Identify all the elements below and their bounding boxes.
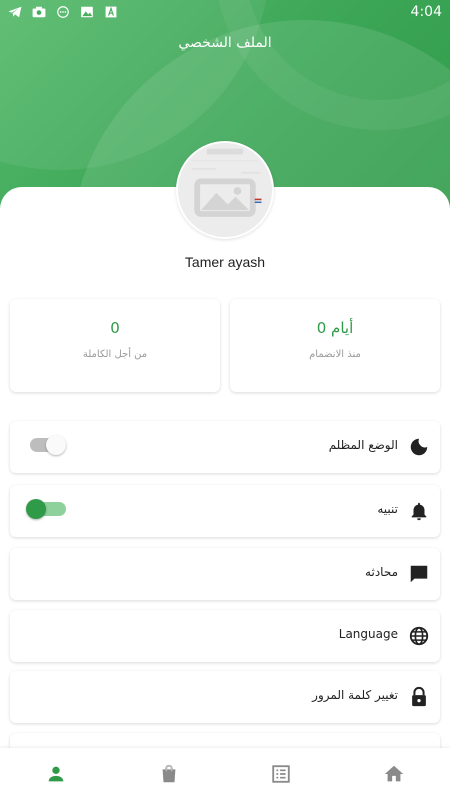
status-bar: 4:04: [0, 0, 450, 24]
moon-icon: [408, 436, 430, 458]
nav-profile[interactable]: [0, 748, 113, 800]
stat-card-days: 0 أيام منذ الانضمام: [230, 299, 440, 392]
home-icon: [384, 765, 403, 782]
list-icon: [272, 765, 290, 783]
language-label: Language: [338, 627, 398, 641]
profile-name: Tamer ayash: [184, 254, 266, 270]
settings-row-dark-mode[interactable]: الوضع المظلم: [10, 421, 440, 473]
stat-complete-value: 0: [110, 319, 120, 337]
stat-days-label: منذ الانضمام: [309, 349, 361, 360]
bell-icon: [408, 500, 430, 522]
notifications-label: تنبيه: [377, 502, 398, 516]
stat-days-value: 0 أيام: [316, 319, 354, 337]
person-icon: [48, 766, 64, 782]
toggle-knob: [46, 435, 66, 455]
notifications-toggle[interactable]: [26, 499, 66, 519]
sms-icon: [56, 6, 70, 18]
toggle-knob: [26, 499, 46, 519]
avatar[interactable]: [176, 141, 274, 239]
nav-home[interactable]: [338, 748, 450, 800]
image-placeholder-icon: [178, 143, 272, 237]
change-password-label: تغيير كلمة المرور: [312, 688, 398, 702]
dark-mode-toggle[interactable]: [30, 435, 66, 455]
a-icon: [104, 6, 118, 18]
camera-icon: [32, 6, 46, 18]
status-time: 4:04: [410, 4, 442, 20]
page-title: الملف الشخصي: [178, 35, 272, 51]
dark-mode-label: الوضع المظلم: [328, 438, 398, 452]
stat-card-complete: 0 من أجل الكاملة: [10, 299, 220, 392]
chat-icon: [408, 563, 430, 585]
nav-bag[interactable]: [113, 748, 226, 800]
lock-icon: [408, 686, 430, 708]
chat-label: محادثه: [365, 565, 398, 579]
stat-complete-label: من أجل الكاملة: [82, 349, 148, 360]
shopping-bag-icon: [162, 764, 176, 783]
nav-list[interactable]: [225, 748, 338, 800]
settings-row-language[interactable]: Language: [10, 610, 440, 662]
image-icon: [80, 6, 94, 18]
globe-icon: [408, 625, 430, 647]
settings-row-change-password[interactable]: تغيير كلمة المرور: [10, 671, 440, 723]
settings-row-notifications[interactable]: تنبيه: [10, 485, 440, 537]
telegram-icon: [8, 6, 22, 18]
settings-row-chat[interactable]: محادثه: [10, 548, 440, 600]
bottom-nav: [0, 748, 450, 800]
